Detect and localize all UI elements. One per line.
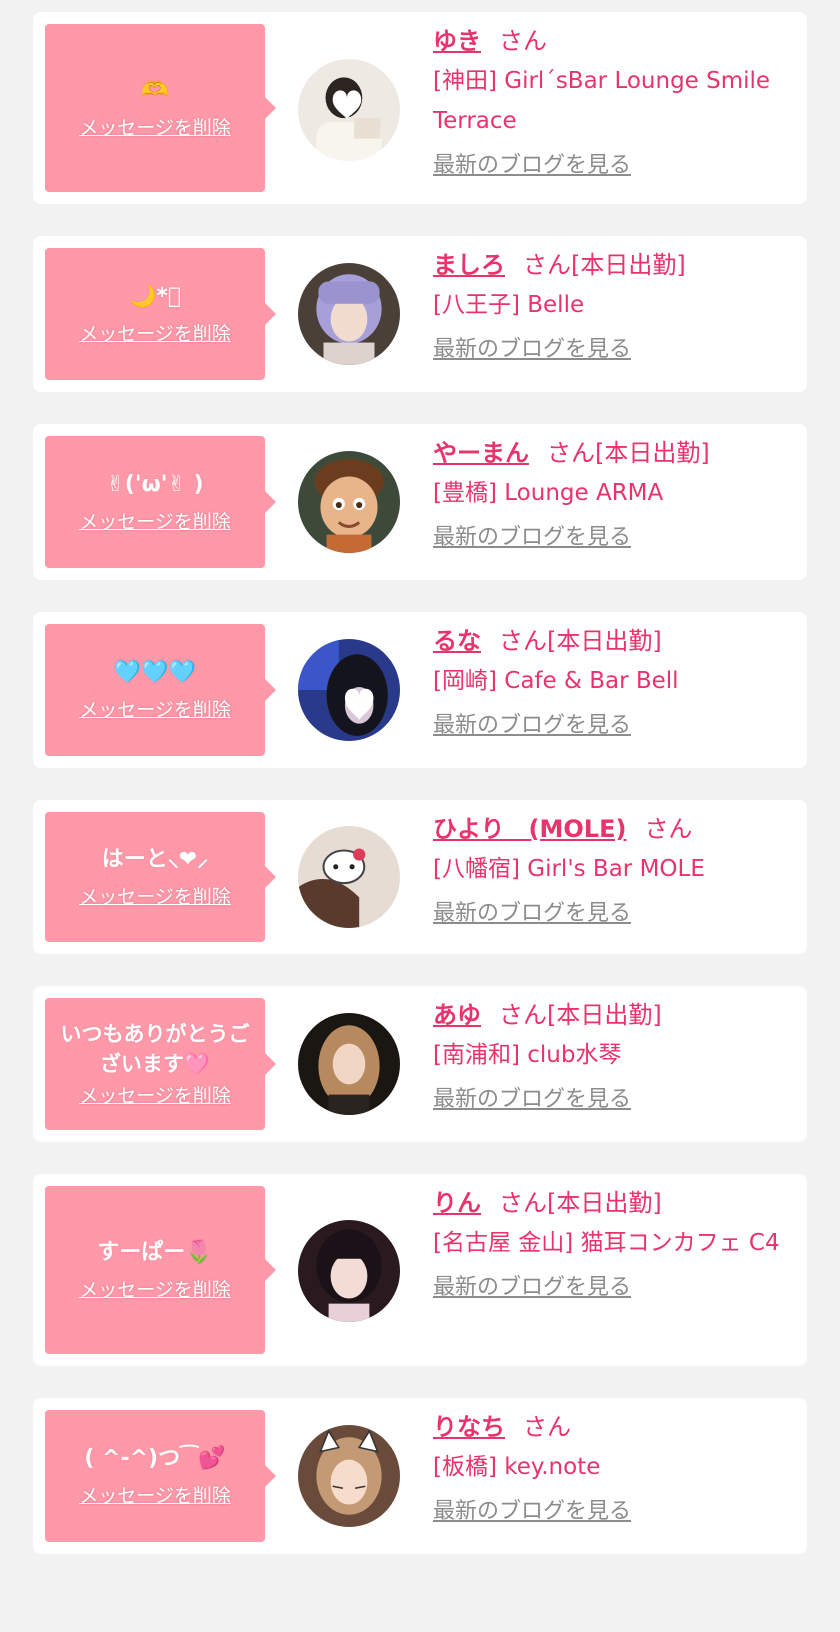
latest-blog-link[interactable]: 最新のブログを見る [433, 151, 631, 181]
honorific: さん [499, 1189, 547, 1217]
honorific: さん [523, 251, 571, 279]
message-card: 🌙*ﾟ メッセージを削除 ましろ さん[本日出勤] [八王子] Belle 最新の… [33, 236, 807, 392]
entry-info: やーまん さん[本日出勤] [豊橋] Lounge ARMA 最新のブログを見る [433, 436, 793, 553]
latest-blog-link[interactable]: 最新のブログを見る [433, 1273, 631, 1303]
status-badge: [本日出勤] [547, 1189, 662, 1217]
latest-blog-link[interactable]: 最新のブログを見る [433, 1497, 631, 1527]
message-card: 🩵🩵🩵 メッセージを削除 るな さん[本日出勤] [岡崎] Cafe & Bar … [33, 612, 807, 768]
cast-name-link[interactable]: りん [433, 1189, 481, 1217]
message-bubble: はーと⸜❤︎⸝ メッセージを削除 [45, 812, 276, 942]
message-text: すーぱー🌷 [97, 1240, 213, 1265]
photo-avatar-icon [298, 263, 400, 365]
shop-name: [八王子] Belle [433, 292, 585, 318]
message-bubble: 🩵🩵🩵 メッセージを削除 [45, 624, 276, 756]
delete-message-link[interactable]: メッセージを削除 [79, 884, 231, 910]
delete-message-link[interactable]: メッセージを削除 [79, 1277, 231, 1303]
status-badge: [本日出勤] [571, 251, 686, 279]
entry-info: あゆ さん[本日出勤] [南浦和] club水琴 最新のブログを見る [433, 998, 793, 1115]
cast-name-link[interactable]: やーまん [433, 439, 529, 467]
avatar[interactable] [298, 1013, 400, 1115]
honorific: さん [499, 1001, 547, 1029]
entry-info: りなち さん [板橋] key.note 最新のブログを見る [433, 1410, 793, 1527]
avatar[interactable] [298, 639, 400, 741]
message-bubble: 🌙*ﾟ メッセージを削除 [45, 248, 276, 380]
delete-message-link[interactable]: メッセージを削除 [79, 321, 231, 347]
message-text: 🫶 [141, 78, 169, 103]
entry-info: ひより (MOLE) さん [八幡宿] Girl's Bar MOLE 最新のブロ… [433, 812, 793, 929]
message-card: 🫶 メッセージを削除 ゆき さん [神田] Girl´sBar Lounge Sm… [33, 12, 807, 204]
delete-message-link[interactable]: メッセージを削除 [79, 697, 231, 723]
status-badge: [本日出勤] [547, 1001, 662, 1029]
photo-avatar-icon [298, 1425, 400, 1527]
shop-name: [名古屋 金山] 猫耳コンカフェ C4 [433, 1230, 780, 1256]
message-text: 🩵🩵🩵 [113, 660, 197, 685]
latest-blog-link[interactable]: 最新のブログを見る [433, 711, 631, 741]
photo-avatar-icon [298, 639, 400, 741]
honorific: さん [499, 27, 547, 55]
latest-blog-link[interactable]: 最新のブログを見る [433, 1085, 631, 1115]
message-text: ✌︎('ω'✌︎ ) [106, 472, 204, 497]
message-text: いつもありがとうございます🩷 [60, 1022, 250, 1076]
delete-message-link[interactable]: メッセージを削除 [79, 509, 231, 535]
avatar[interactable] [298, 59, 400, 161]
shop-name: [豊橋] Lounge ARMA [433, 480, 664, 506]
honorific: さん [547, 439, 595, 467]
avatar[interactable] [298, 263, 400, 365]
entry-info: ゆき さん [神田] Girl´sBar Lounge Smile Terrace… [433, 24, 793, 181]
cast-name-link[interactable]: あゆ [433, 1001, 481, 1029]
honorific: さん [499, 627, 547, 655]
message-card: ( ^-^)つ⁀💕 メッセージを削除 りなち さん [板橋] key.note 最… [33, 1398, 807, 1554]
cast-name-link[interactable]: ひより (MOLE) [433, 815, 626, 843]
cartoon-avatar-icon [298, 451, 400, 553]
cast-name-link[interactable]: るな [433, 627, 481, 655]
entry-info: るな さん[本日出勤] [岡崎] Cafe & Bar Bell 最新のブログを見… [433, 624, 793, 741]
delete-message-link[interactable]: メッセージを削除 [79, 1083, 231, 1109]
shop-name: [神田] Girl´sBar Lounge Smile Terrace [433, 68, 771, 134]
message-bubble: いつもありがとうございます🩷 メッセージを削除 [45, 998, 276, 1130]
latest-blog-link[interactable]: 最新のブログを見る [433, 335, 631, 365]
photo-avatar-icon [298, 1013, 400, 1115]
latest-blog-link[interactable]: 最新のブログを見る [433, 523, 631, 553]
cast-name-link[interactable]: ゆき [433, 27, 481, 55]
latest-blog-link[interactable]: 最新のブログを見る [433, 899, 631, 929]
entry-info: ましろ さん[本日出勤] [八王子] Belle 最新のブログを見る [433, 248, 793, 365]
cast-name-link[interactable]: りなち [433, 1413, 505, 1441]
entry-info: りん さん[本日出勤] [名古屋 金山] 猫耳コンカフェ C4 最新のブログを見る [433, 1186, 793, 1303]
message-bubble: ✌︎('ω'✌︎ ) メッセージを削除 [45, 436, 276, 568]
message-bubble: 🫶 メッセージを削除 [45, 24, 276, 192]
avatar[interactable] [298, 826, 400, 928]
shop-name: [南浦和] club水琴 [433, 1042, 622, 1068]
avatar[interactable] [298, 1425, 400, 1527]
status-badge: [本日出勤] [595, 439, 710, 467]
shop-name: [八幡宿] Girl's Bar MOLE [433, 856, 705, 882]
message-text: はーと⸜❤︎⸝ [101, 847, 209, 872]
message-text: ( ^-^)つ⁀💕 [84, 1446, 226, 1471]
avatar[interactable] [298, 1220, 400, 1322]
message-card: ✌︎('ω'✌︎ ) メッセージを削除 やーまん さん[本日出勤] [豊橋] Lo… [33, 424, 807, 580]
avatar[interactable] [298, 451, 400, 553]
photo-avatar-icon [298, 59, 400, 161]
shop-name: [岡崎] Cafe & Bar Bell [433, 668, 679, 694]
shop-name: [板橋] key.note [433, 1454, 601, 1480]
photo-avatar-icon [298, 826, 400, 928]
status-badge: [本日出勤] [547, 627, 662, 655]
cast-name-link[interactable]: ましろ [433, 251, 505, 279]
message-card: いつもありがとうございます🩷 メッセージを削除 あゆ さん[本日出勤] [南浦和]… [33, 986, 807, 1142]
message-bubble: ( ^-^)つ⁀💕 メッセージを削除 [45, 1410, 276, 1542]
message-card: はーと⸜❤︎⸝ メッセージを削除 ひより (MOLE) さん [八幡宿] Girl… [33, 800, 807, 954]
message-card: すーぱー🌷 メッセージを削除 りん さん[本日出勤] [名古屋 金山] 猫耳コンカ… [33, 1174, 807, 1366]
delete-message-link[interactable]: メッセージを削除 [79, 115, 231, 141]
delete-message-link[interactable]: メッセージを削除 [79, 1483, 231, 1509]
message-text: 🌙*ﾟ [128, 284, 182, 309]
message-bubble: すーぱー🌷 メッセージを削除 [45, 1186, 276, 1354]
honorific: さん [523, 1413, 571, 1441]
photo-avatar-icon [298, 1220, 400, 1322]
honorific: さん [644, 815, 693, 843]
